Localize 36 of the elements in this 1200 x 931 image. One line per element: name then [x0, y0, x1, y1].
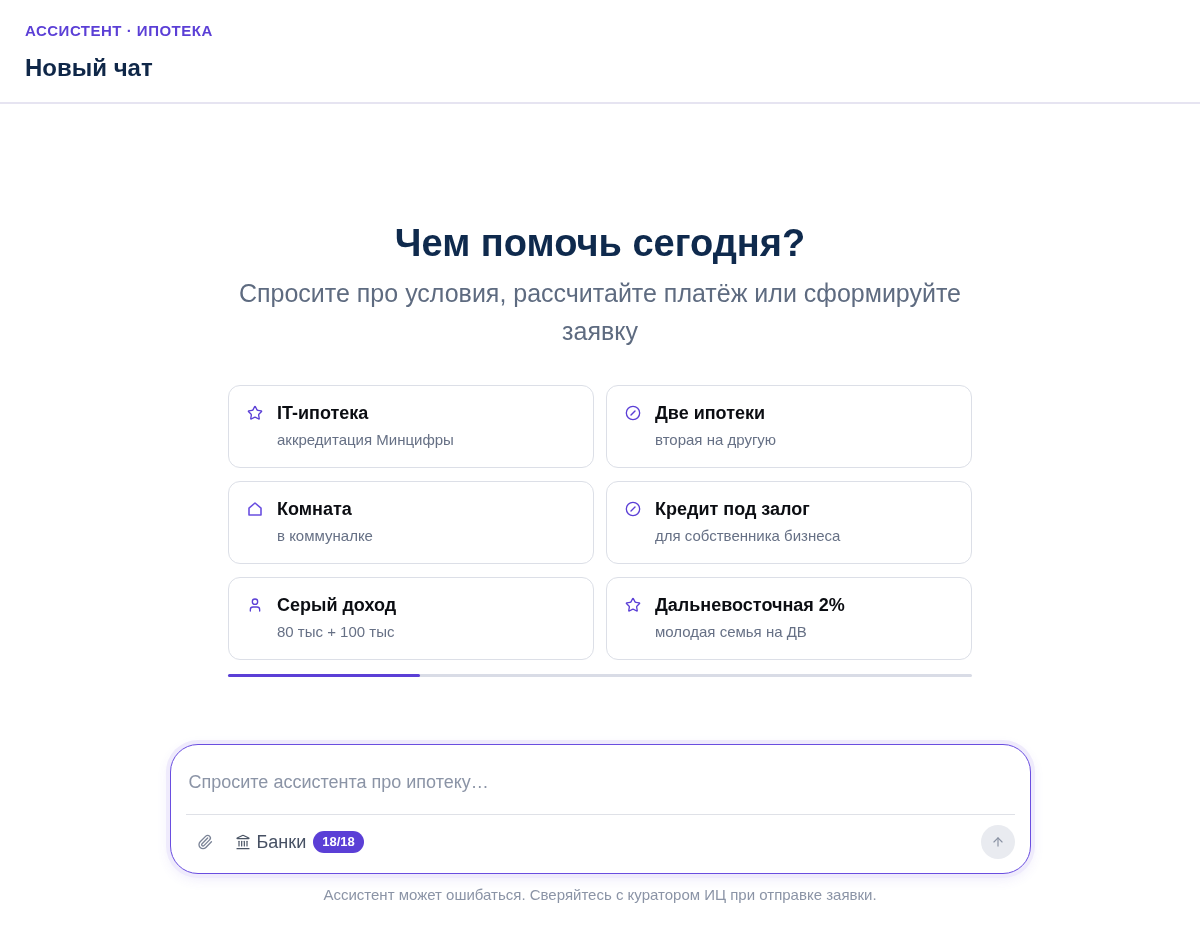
suggestion-card[interactable]: Две ипотеки вторая на другую [606, 385, 972, 468]
house-icon [247, 501, 263, 517]
suggestion-subtitle: вторая на другую [655, 430, 777, 450]
welcome-subtitle: Спросите про условия, рассчитайте платёж или сформируйте заявку [237, 278, 963, 347]
welcome-heading: Чем помочь сегодня? [394, 221, 806, 266]
suggestion-subtitle: 80 тыс + 100 тыс [277, 622, 395, 642]
suggestion-title: Серый доход [277, 594, 397, 617]
suggestion-card[interactable]: IT-ипотека аккредитация Минцифры [228, 385, 594, 468]
bank-icon [234, 834, 251, 850]
suggestion-subtitle: для собственника бизнеса [655, 526, 841, 546]
suggestion-card[interactable]: Дальневосточная 2% молодая семья на ДВ [606, 577, 972, 660]
suggestion-subtitle: молодая семья на ДВ [655, 622, 807, 642]
slashed-circle-icon [625, 405, 641, 421]
suggestion-title: IT-ипотека [277, 402, 369, 425]
scrollbar-thumb[interactable] [228, 674, 420, 677]
star-icon [247, 405, 263, 421]
disclaimer-text: Ассистент может ошибаться. Сверяйтесь с куратором ИЦ при отправке заявки. [323, 885, 877, 905]
suggestion-subtitle: аккредитация Минцифры [277, 430, 454, 450]
chat-title: Новый чат [25, 53, 153, 83]
suggestion-card[interactable]: Кредит под залог для собственника бизнеса [606, 481, 972, 564]
suggestion-title: Комната [277, 498, 352, 521]
carousel-scrollbar[interactable] [228, 674, 972, 677]
paperclip-icon [196, 834, 213, 850]
suggestion-card[interactable]: Серый доход 80 тыс + 100 тыс [228, 577, 594, 660]
suggestion-subtitle: в коммуналке [277, 526, 373, 546]
person-icon [247, 597, 263, 613]
suggestion-title: Кредит под залог [655, 498, 810, 521]
message-input[interactable]: Спросите ассистента про ипотеку… [185, 760, 1015, 804]
breadcrumb-label: АССИСТЕНТ · ИПОТЕКА [25, 22, 213, 40]
suggestion-title: Две ипотеки [655, 402, 766, 425]
suggestion-card[interactable]: Комната в коммуналке [228, 481, 594, 564]
suggestion-title: Дальневосточная 2% [655, 594, 845, 617]
banks-button[interactable]: Банки 18/18 [234, 826, 364, 858]
slashed-circle-icon [625, 501, 641, 517]
star-icon [625, 597, 641, 613]
count-badge: 18/18 [313, 831, 364, 853]
